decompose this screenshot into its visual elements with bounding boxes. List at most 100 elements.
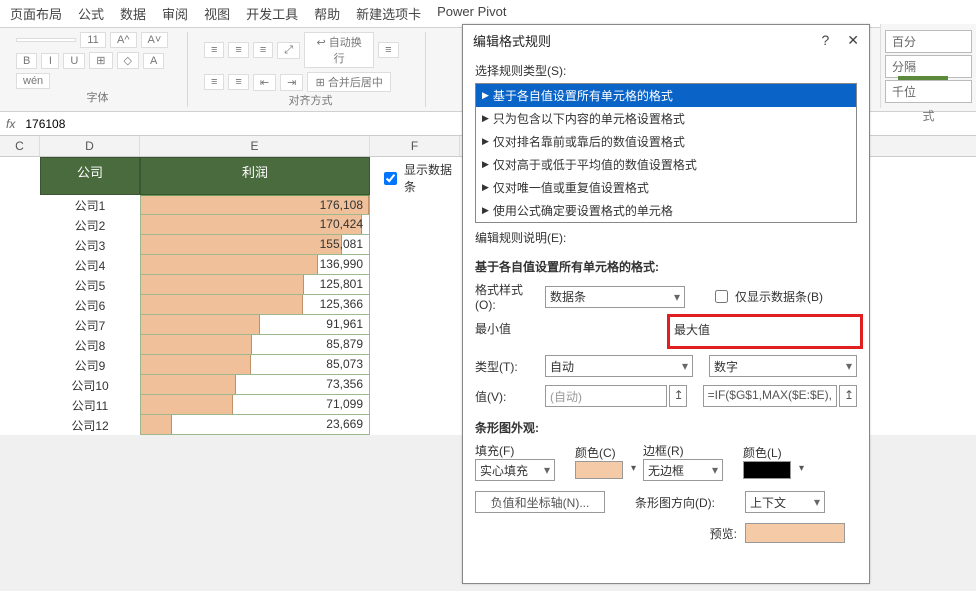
preview-label: 预览: <box>710 525 737 542</box>
negative-axis-button[interactable]: 负值和坐标轴(N)... <box>475 491 605 513</box>
tab-formulas[interactable]: 公式 <box>78 4 104 23</box>
font-color-icon[interactable]: A <box>143 53 164 69</box>
profit-cell[interactable]: 85,879 <box>140 335 370 355</box>
company-cell[interactable]: 公司7 <box>40 315 140 335</box>
rule-type-all-values[interactable]: ▶基于各自值设置所有单元格的格式 <box>476 84 856 107</box>
indent-inc-icon[interactable]: ⇥ <box>280 74 303 91</box>
tab-page-layout[interactable]: 页面布局 <box>10 4 62 23</box>
company-cell[interactable]: 公司4 <box>40 255 140 275</box>
border-select[interactable]: 无边框 <box>643 459 723 481</box>
align-right-icon[interactable]: ≡ <box>228 74 248 90</box>
tab-view[interactable]: 视图 <box>204 4 230 23</box>
underline-icon[interactable]: U <box>63 53 85 69</box>
border-color-swatch[interactable] <box>743 461 791 479</box>
rule-type-top-bottom[interactable]: ▶仅对排名靠前或靠后的数值设置格式 <box>476 130 856 153</box>
profit-cell[interactable]: 71,099 <box>140 395 370 415</box>
orientation-icon[interactable]: ⤢ <box>277 42 300 59</box>
percent-label: 百分 <box>885 30 972 53</box>
tab-help[interactable]: 帮助 <box>314 4 340 23</box>
company-cell[interactable]: 公司12 <box>40 415 140 435</box>
group-align-label: 对齐方式 <box>204 92 417 110</box>
fill-select[interactable]: 实心填充 <box>475 459 555 481</box>
company-cell[interactable]: 公司10 <box>40 375 140 395</box>
font-box[interactable] <box>16 38 76 42</box>
profit-cell[interactable]: 23,669 <box>140 415 370 435</box>
col-header-c[interactable]: C <box>0 136 40 156</box>
min-value-input[interactable]: (自动) <box>545 385 667 407</box>
tab-powerpivot[interactable]: Power Pivot <box>437 4 506 23</box>
phonetic-icon[interactable]: wén <box>16 73 50 89</box>
bar-appearance-label: 条形图外观: <box>475 419 857 436</box>
fx-icon[interactable]: fx <box>6 117 15 131</box>
tab-data[interactable]: 数据 <box>120 4 146 23</box>
border-icon[interactable]: ⊞ <box>89 52 112 69</box>
fill-label: 填充(F) <box>475 442 555 459</box>
profit-cell[interactable]: 85,073 <box>140 355 370 375</box>
company-cell[interactable]: 公司6 <box>40 295 140 315</box>
company-cell[interactable]: 公司2 <box>40 215 140 235</box>
bold-icon[interactable]: B <box>16 53 37 69</box>
separator-label: 分隔 <box>885 55 972 78</box>
min-value-label: 最小值 <box>475 320 657 337</box>
styles-label: 式 <box>885 107 972 124</box>
align-left-icon[interactable]: ≡ <box>378 42 398 58</box>
type-label: 类型(T): <box>475 358 539 375</box>
col-header-d[interactable]: D <box>40 136 140 156</box>
increase-font-icon[interactable]: A^ <box>110 32 137 48</box>
col-header-f[interactable]: F <box>370 136 460 156</box>
company-cell[interactable]: 公司8 <box>40 335 140 355</box>
align-bottom-icon[interactable]: ≡ <box>253 42 273 58</box>
tab-new[interactable]: 新建选项卡 <box>356 4 421 23</box>
align-top-icon[interactable]: ≡ <box>204 42 224 58</box>
align-center-icon[interactable]: ≡ <box>204 74 224 90</box>
align-middle-icon[interactable]: ≡ <box>228 42 248 58</box>
rule-type-average[interactable]: ▶仅对高于或低于平均值的数值设置格式 <box>476 153 856 176</box>
company-cell[interactable]: 公司3 <box>40 235 140 255</box>
tab-developer[interactable]: 开发工具 <box>246 4 298 23</box>
profit-cell[interactable]: 73,356 <box>140 375 370 395</box>
show-databar-checkbox[interactable]: 显示数据条 <box>380 161 460 195</box>
profit-cell[interactable]: 170,424 <box>140 215 370 235</box>
italic-icon[interactable]: I <box>41 53 59 69</box>
wrap-text-button[interactable]: ↩ 自动换行 <box>304 32 374 68</box>
tab-review[interactable]: 审阅 <box>162 4 188 23</box>
profit-cell[interactable]: 125,801 <box>140 275 370 295</box>
indent-dec-icon[interactable]: ⇤ <box>253 74 276 91</box>
profit-cell[interactable]: 176,108 <box>140 195 370 215</box>
help-icon[interactable]: ? <box>821 32 829 49</box>
merge-center-button[interactable]: ⊞ 合并后居中 <box>307 72 391 92</box>
group-font-label: 字体 <box>16 89 179 107</box>
max-value-ref-icon[interactable]: ↥ <box>839 385 857 407</box>
thousands-label: 千位 <box>885 80 972 103</box>
company-cell[interactable]: 公司5 <box>40 275 140 295</box>
company-cell[interactable]: 公司11 <box>40 395 140 415</box>
edit-rule-desc-label: 编辑规则说明(E): <box>475 229 857 246</box>
show-bar-only-checkbox[interactable]: 仅显示数据条(B) <box>711 287 823 306</box>
profit-cell[interactable]: 91,961 <box>140 315 370 335</box>
max-type-select[interactable]: 数字 <box>709 355 857 377</box>
profit-cell[interactable]: 155,081 <box>140 235 370 255</box>
profit-cell[interactable]: 136,990 <box>140 255 370 275</box>
rule-type-contains[interactable]: ▶只为包含以下内容的单元格设置格式 <box>476 107 856 130</box>
min-type-select[interactable]: 自动 <box>545 355 693 377</box>
profit-cell[interactable]: 125,366 <box>140 295 370 315</box>
rule-subtitle: 基于各自值设置所有单元格的格式: <box>475 258 857 275</box>
border-color-label: 颜色(L) <box>743 444 791 461</box>
max-value-input[interactable]: =IF($G$1,MAX($E:$E), <box>703 385 837 407</box>
col-header-e[interactable]: E <box>140 136 370 156</box>
rule-type-formula[interactable]: ▶使用公式确定要设置格式的单元格 <box>476 199 856 222</box>
preview-swatch <box>745 523 845 543</box>
bar-direction-select[interactable]: 上下文 <box>745 491 825 513</box>
decrease-font-icon[interactable]: A˅ <box>141 32 169 48</box>
company-cell[interactable]: 公司1 <box>40 195 140 215</box>
select-rule-type-label: 选择规则类型(S): <box>475 62 857 79</box>
fill-color-swatch[interactable] <box>575 461 623 479</box>
fill-color-icon[interactable]: ◇ <box>117 52 139 69</box>
close-icon[interactable]: ✕ <box>847 32 859 49</box>
font-size[interactable]: 11 <box>80 32 106 48</box>
rule-type-unique[interactable]: ▶仅对唯一值或重复值设置格式 <box>476 176 856 199</box>
min-value-ref-icon[interactable]: ↥ <box>669 385 687 407</box>
format-style-select[interactable]: 数据条 <box>545 286 685 308</box>
ribbon-right-partial: 百分 分隔 千位 式 <box>880 24 976 108</box>
company-cell[interactable]: 公司9 <box>40 355 140 375</box>
